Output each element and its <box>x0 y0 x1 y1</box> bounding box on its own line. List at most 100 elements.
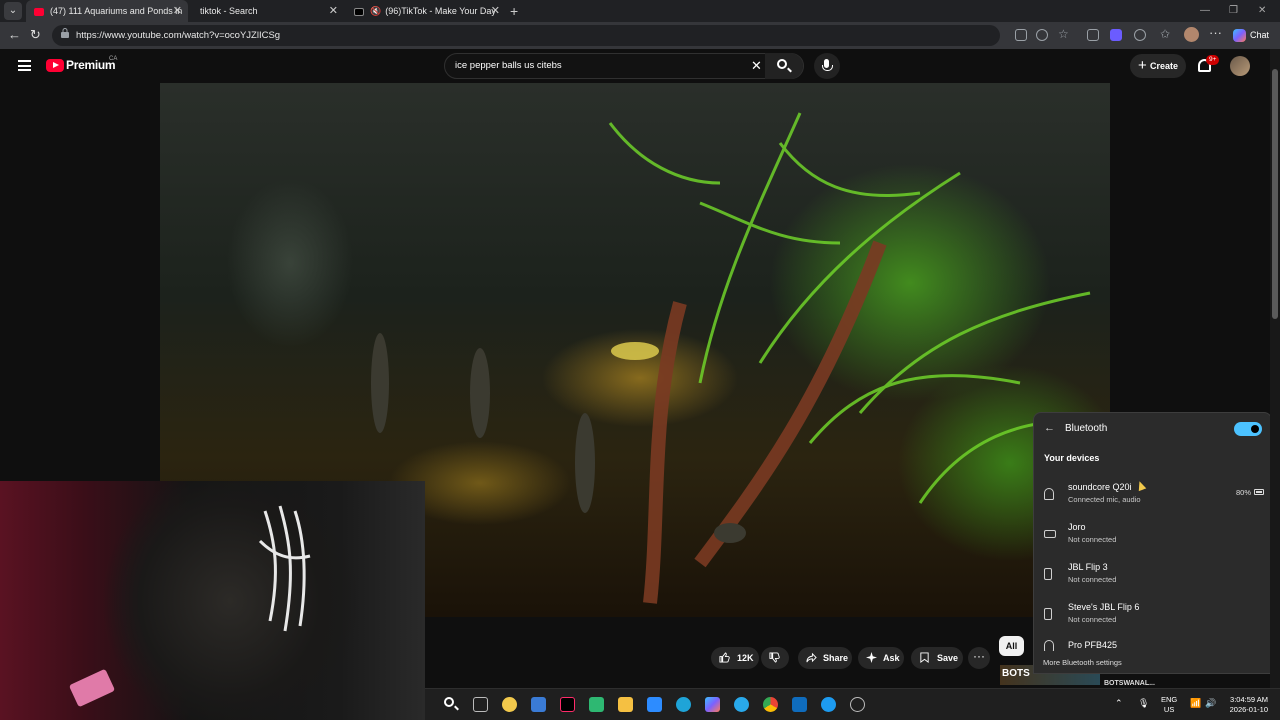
tab-actions-menu-icon[interactable]: ⌄ <box>4 2 22 20</box>
address-bar-row: ← ↻ https://www.youtube.com/watch?v=ocoY… <box>0 22 1280 49</box>
device-pro-pfb425[interactable]: Pro PFB425 <box>1034 639 1271 651</box>
file-explorer-icon[interactable] <box>618 697 633 712</box>
profile-avatar[interactable] <box>1184 27 1199 42</box>
close-tab-icon[interactable]: ✕ <box>329 0 338 22</box>
tab-tiktok[interactable]: 🔇 (96)TikTok - Make Your Day ✕ <box>346 0 506 22</box>
clear-search-icon[interactable]: ✕ <box>751 54 762 78</box>
show-hidden-icons[interactable]: ⌃ <box>1115 698 1123 708</box>
tiktok-icon <box>354 7 364 16</box>
extension-shield-icon[interactable] <box>1110 29 1122 41</box>
settings-gear-icon[interactable] <box>850 697 865 712</box>
taskbar-search-icon[interactable] <box>444 697 454 707</box>
more-bluetooth-settings-link[interactable]: More Bluetooth settings <box>1043 658 1122 667</box>
search-icon <box>777 59 787 69</box>
save-button[interactable]: Save <box>911 647 963 669</box>
browser-tab-strip: ⌄ (47) 111 Aquariums and Ponds in ✕ tikt… <box>0 0 1280 22</box>
search-input[interactable]: ice pepper balls us citebs <box>455 54 562 78</box>
account-avatar[interactable] <box>1230 56 1250 76</box>
battery-icon <box>1254 489 1264 495</box>
close-window-icon[interactable]: ✕ <box>1258 0 1266 22</box>
close-tab-icon[interactable]: ✕ <box>491 0 500 22</box>
windows-taskbar: ⌃ 🎙 ENG US 📶 🔊 3:04:59 AM 2026-01-10 <box>425 688 1280 720</box>
copilot-chat-button[interactable]: Chat <box>1230 26 1269 44</box>
copilot-icon <box>1233 29 1246 42</box>
minimize-icon[interactable]: — <box>1200 0 1210 22</box>
favorite-star-icon[interactable]: ☆ <box>1058 28 1070 41</box>
outlook-icon[interactable] <box>792 697 807 712</box>
share-icon <box>806 652 817 663</box>
reading-view-icon[interactable] <box>1087 29 1099 41</box>
notification-badge: 9+ <box>1206 55 1220 65</box>
dislike-button[interactable] <box>761 647 789 669</box>
favorites-icon[interactable]: ✩ <box>1160 28 1172 41</box>
close-tab-icon[interactable]: ✕ <box>173 0 182 22</box>
speaker-icon <box>1044 568 1052 580</box>
device-jbl-flip-6[interactable]: Steve's JBL Flip 6 Not connected <box>1034 599 1271 637</box>
like-button[interactable]: 12K <box>711 647 759 669</box>
thumbs-up-icon <box>719 652 730 663</box>
new-tab-icon[interactable]: + <box>510 0 518 22</box>
your-devices-heading: Your devices <box>1044 453 1100 463</box>
menu-icon[interactable] <box>18 60 31 71</box>
video-actions-bar: 12K Share Ask Save ··· <box>425 617 1033 687</box>
tab-tiktok-search[interactable]: tiktok - Search ✕ <box>192 0 344 22</box>
store-icon[interactable] <box>531 697 546 712</box>
headphones-icon <box>1044 488 1054 500</box>
device-jbl-flip-3[interactable]: JBL Flip 3 Not connected <box>1034 559 1271 597</box>
url-field[interactable]: https://www.youtube.com/watch?v=ocoYJZlI… <box>52 25 1000 46</box>
back-arrow-icon[interactable]: ← <box>1044 422 1055 434</box>
more-actions-button[interactable]: ··· <box>968 647 990 669</box>
language-indicator[interactable]: ENG US <box>1161 695 1177 715</box>
device-soundcore[interactable]: soundcore Q20i Connected mic, audio 80% <box>1034 479 1271 517</box>
taskbar-clock[interactable]: 3:04:59 AM 2026-01-10 <box>1230 695 1268 715</box>
site-info-icon[interactable] <box>60 28 70 38</box>
youtube-logo-icon[interactable] <box>46 59 64 72</box>
extensions-icon[interactable] <box>1134 29 1146 41</box>
recommended-video-title[interactable]: BOTSWANAL... <box>1104 680 1155 687</box>
task-view-icon[interactable] <box>473 697 488 712</box>
bluetooth-flyout: ← Bluetooth Your devices soundcore Q20i … <box>1033 412 1272 674</box>
telegram-icon[interactable] <box>734 697 749 712</box>
youtube-icon <box>34 7 44 16</box>
youtube-brand[interactable]: Premium <box>66 58 116 72</box>
search-button[interactable] <box>765 53 803 79</box>
copilot-app-icon[interactable] <box>705 697 720 712</box>
page-scrollbar[interactable] <box>1270 49 1280 688</box>
tiktok-app-icon[interactable] <box>560 697 575 712</box>
bluetooth-title: Bluetooth <box>1065 423 1108 434</box>
ask-button[interactable]: Ask <box>858 647 904 669</box>
app-green-icon[interactable] <box>589 697 604 712</box>
restore-icon[interactable]: ❐ <box>1229 0 1238 22</box>
search-box[interactable]: ice pepper balls us citebs ✕ <box>444 53 804 79</box>
app-blue-icon[interactable] <box>821 697 836 712</box>
headphones-icon <box>1044 640 1054 651</box>
wifi-icon[interactable]: 📶 <box>1190 698 1201 708</box>
refresh-icon[interactable]: ↻ <box>30 26 41 44</box>
share-button[interactable]: Share <box>798 647 852 669</box>
webcam-overlay <box>0 481 425 720</box>
volume-icon[interactable]: 🔊 <box>1205 698 1216 708</box>
youtube-header: Premium CA ice pepper balls us citebs ✕ … <box>0 49 1280 83</box>
muted-speaker-icon[interactable]: 🔇 <box>370 6 381 16</box>
app-available-icon[interactable] <box>1015 29 1027 41</box>
chip-all[interactable]: All <box>999 636 1024 656</box>
speaker-icon <box>1044 608 1052 620</box>
zoom-icon[interactable] <box>1036 29 1048 41</box>
battery-level: 80% <box>1236 488 1252 497</box>
bluetooth-toggle[interactable] <box>1234 422 1262 436</box>
device-joro[interactable]: Joro Not connected <box>1034 519 1271 557</box>
sparkle-icon <box>866 652 877 663</box>
microphone-icon[interactable]: 🎙 <box>1138 698 1149 708</box>
voice-search-icon[interactable] <box>814 53 840 79</box>
bookmark-icon <box>920 652 929 663</box>
widgets-icon[interactable] <box>502 697 517 712</box>
chrome-icon[interactable] <box>763 697 778 712</box>
edge-icon[interactable] <box>676 697 691 712</box>
create-button[interactable]: Create <box>1130 54 1186 78</box>
tab-youtube[interactable]: (47) 111 Aquariums and Ponds in ✕ <box>26 0 188 22</box>
settings-more-icon[interactable]: ··· <box>1209 24 1222 42</box>
zoom-app-icon[interactable] <box>647 697 662 712</box>
back-icon[interactable]: ← <box>8 26 21 44</box>
thumbs-down-icon <box>769 652 780 663</box>
scrollbar-thumb[interactable] <box>1272 69 1278 319</box>
